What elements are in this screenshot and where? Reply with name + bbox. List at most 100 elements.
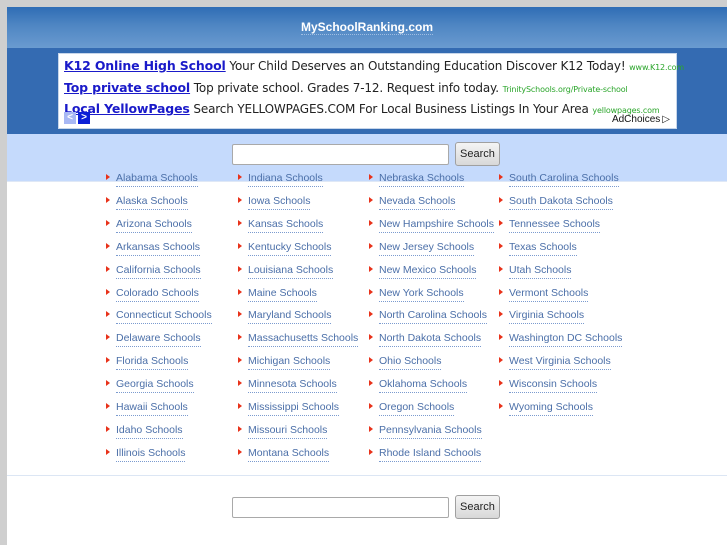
- state-link[interactable]: Nebraska Schools: [379, 172, 465, 187]
- top-search-button[interactable]: Search: [455, 142, 500, 166]
- state-link[interactable]: Idaho Schools: [116, 423, 183, 439]
- state-link[interactable]: Oregon Schools: [379, 401, 455, 416]
- state-list-item: Connecticut Schools: [106, 309, 212, 325]
- state-list-item: Tennessee Schools: [499, 217, 601, 233]
- state-link[interactable]: Illinois Schools: [116, 446, 186, 462]
- state-link[interactable]: Alaska Schools: [116, 194, 188, 210]
- ad-url[interactable]: www.K12.com: [629, 63, 684, 72]
- state-link[interactable]: Washington DC Schools: [509, 332, 623, 348]
- state-link[interactable]: Maryland Schools: [248, 309, 332, 325]
- state-link[interactable]: Louisiana Schools: [248, 263, 334, 279]
- state-link[interactable]: Colorado Schools: [116, 286, 199, 302]
- state-list-item: Arizona Schools: [106, 217, 192, 233]
- adchoices-link[interactable]: AdChoices ▷: [612, 114, 670, 125]
- ad-url[interactable]: TrinitySchools.org/Private-school: [503, 85, 628, 94]
- state-list-item: West Virginia Schools: [499, 355, 611, 371]
- bullet-arrow-icon: [106, 242, 110, 249]
- state-link[interactable]: California Schools: [116, 263, 201, 279]
- state-link[interactable]: Montana Schools: [248, 446, 330, 462]
- state-link[interactable]: Delaware Schools: [116, 332, 201, 348]
- state-link[interactable]: Vermont Schools: [509, 286, 589, 302]
- state-link[interactable]: North Dakota Schools: [379, 332, 482, 348]
- ad-title-link[interactable]: K12 Online High School: [64, 58, 226, 73]
- ad-item: Local YellowPages Search YELLOWPAGES.COM…: [64, 101, 660, 116]
- state-list-item: Mississippi Schools: [238, 401, 340, 416]
- state-link[interactable]: Iowa Schools: [248, 194, 311, 210]
- bullet-arrow-icon: [499, 403, 503, 409]
- state-list-item: Alabama Schools: [106, 172, 198, 187]
- state-link[interactable]: Georgia Schools: [116, 378, 194, 394]
- state-link[interactable]: North Carolina Schools: [379, 309, 487, 325]
- bullet-arrow-icon: [499, 288, 503, 295]
- state-link[interactable]: Kentucky Schools: [248, 240, 332, 256]
- state-link[interactable]: Arizona Schools: [116, 217, 192, 233]
- state-list-item: Nebraska Schools: [369, 172, 465, 187]
- state-link[interactable]: Wisconsin Schools: [509, 378, 598, 394]
- site-title[interactable]: MySchoolRanking.com: [300, 20, 434, 35]
- state-list-item: Massachusetts Schools: [238, 332, 359, 348]
- bottom-search-button[interactable]: Search: [455, 495, 500, 519]
- ad-text: Search YELLOWPAGES.COM For Local Busines…: [193, 102, 589, 116]
- state-link[interactable]: Virginia Schools: [509, 309, 585, 325]
- state-list-item: Missouri Schools: [238, 423, 328, 439]
- state-list-item: Wisconsin Schools: [499, 378, 598, 394]
- state-list-item: Wyoming Schools: [499, 401, 593, 416]
- state-link[interactable]: Kansas Schools: [248, 217, 324, 233]
- ad-text: Top private school. Grades 7-12. Request…: [193, 81, 499, 95]
- top-search-input[interactable]: [232, 143, 449, 165]
- chevron-right-icon[interactable]: >: [78, 112, 90, 124]
- state-link[interactable]: West Virginia Schools: [509, 355, 611, 371]
- state-link[interactable]: Arkansas Schools: [116, 240, 201, 256]
- state-link[interactable]: Rhode Island Schools: [379, 446, 482, 462]
- state-list-item: Oregon Schools: [369, 401, 455, 416]
- bottom-search-input[interactable]: [232, 496, 449, 518]
- state-link[interactable]: South Dakota Schools: [509, 194, 613, 210]
- state-link[interactable]: New Jersey Schools: [379, 240, 475, 256]
- bullet-arrow-icon: [369, 380, 373, 387]
- state-link[interactable]: New Hampshire Schools: [379, 217, 494, 233]
- state-link[interactable]: Minnesota Schools: [248, 378, 337, 394]
- state-link[interactable]: Alabama Schools: [116, 172, 198, 187]
- bullet-arrow-icon: [106, 265, 110, 272]
- bullet-arrow-icon: [238, 448, 242, 455]
- bullet-arrow-icon: [238, 380, 242, 387]
- state-link[interactable]: Nevada Schools: [379, 194, 456, 210]
- state-link[interactable]: Maine Schools: [248, 286, 317, 302]
- state-link[interactable]: South Carolina Schools: [509, 172, 619, 187]
- state-list-item: North Dakota Schools: [369, 332, 482, 348]
- state-link[interactable]: Connecticut Schools: [116, 309, 212, 325]
- state-link[interactable]: Massachusetts Schools: [248, 332, 359, 348]
- ad-title-link[interactable]: Top private school: [64, 80, 190, 95]
- state-link[interactable]: New York Schools: [379, 286, 464, 302]
- state-list-item: Virginia Schools: [499, 309, 585, 325]
- bullet-arrow-icon: [499, 174, 503, 180]
- bullet-arrow-icon: [238, 174, 242, 180]
- state-link[interactable]: Ohio Schools: [379, 355, 442, 371]
- state-link[interactable]: Missouri Schools: [248, 423, 328, 439]
- state-link[interactable]: Hawaii Schools: [116, 401, 188, 416]
- state-link[interactable]: Utah Schools: [509, 263, 572, 279]
- bottom-search-form: Search: [232, 495, 500, 519]
- state-link[interactable]: Indiana Schools: [248, 172, 323, 187]
- state-link[interactable]: Tennessee Schools: [509, 217, 601, 233]
- state-list-item: Washington DC Schools: [499, 332, 623, 348]
- bullet-arrow-icon: [369, 311, 373, 318]
- state-link[interactable]: Michigan Schools: [248, 355, 331, 371]
- bullet-arrow-icon: [238, 219, 242, 226]
- state-link[interactable]: Mississippi Schools: [248, 401, 340, 416]
- state-list-item: Hawaii Schools: [106, 401, 188, 416]
- bullet-arrow-icon: [238, 425, 242, 432]
- chevron-left-icon[interactable]: <: [64, 112, 76, 124]
- state-link[interactable]: New Mexico Schools: [379, 263, 477, 279]
- state-link[interactable]: Pennsylvania Schools: [379, 423, 482, 439]
- state-link[interactable]: Florida Schools: [116, 355, 189, 371]
- state-link[interactable]: Oklahoma Schools: [379, 378, 468, 394]
- bullet-arrow-icon: [499, 265, 503, 272]
- bullet-arrow-icon: [106, 448, 110, 455]
- state-list-item: Montana Schools: [238, 446, 330, 462]
- state-link[interactable]: Wyoming Schools: [509, 401, 593, 416]
- state-link[interactable]: Texas Schools: [509, 240, 577, 256]
- state-list-item: Michigan Schools: [238, 355, 331, 371]
- bullet-arrow-icon: [369, 288, 373, 295]
- state-list-item: New Hampshire Schools: [369, 217, 494, 233]
